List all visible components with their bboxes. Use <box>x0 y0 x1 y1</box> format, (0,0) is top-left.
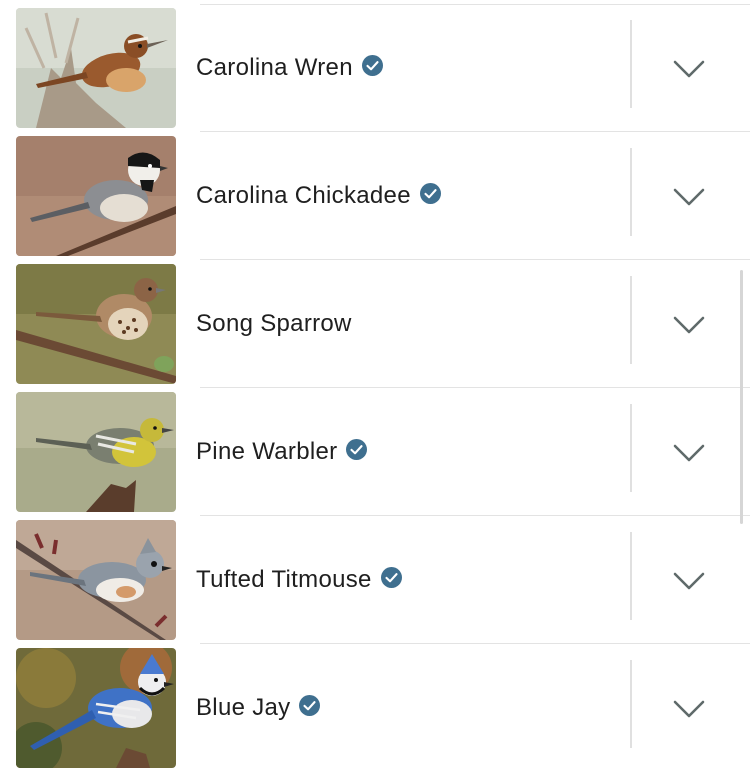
bird-name-group: Pine Warbler <box>196 388 368 516</box>
expand-button[interactable] <box>668 48 710 90</box>
expand-button[interactable] <box>668 304 710 346</box>
expand-button[interactable] <box>668 560 710 602</box>
scrollbar[interactable] <box>740 270 743 524</box>
bird-name-group: Song Sparrow <box>196 260 352 388</box>
expand-button[interactable] <box>668 688 710 730</box>
chevron-down-icon <box>673 444 705 462</box>
list-item[interactable]: Pine Warbler <box>0 388 750 516</box>
chevron-down-icon <box>673 316 705 334</box>
list-item[interactable]: Carolina Chickadee <box>0 132 750 260</box>
list-item[interactable]: Tufted Titmouse <box>0 516 750 644</box>
chevron-down-icon <box>673 572 705 590</box>
expand-button[interactable] <box>668 176 710 218</box>
list-item[interactable]: Blue Jay <box>0 644 750 769</box>
bird-photo <box>16 648 176 768</box>
bird-photo <box>16 136 176 256</box>
bird-name: Carolina Chickadee <box>196 182 411 209</box>
chevron-down-icon <box>673 188 705 206</box>
row-divider <box>630 404 632 492</box>
chevron-down-icon <box>673 700 705 718</box>
check-badge-icon <box>346 438 368 460</box>
bird-photo <box>16 8 176 128</box>
check-badge-icon <box>380 566 402 588</box>
chevron-down-icon <box>673 60 705 78</box>
row-divider <box>630 20 632 108</box>
bird-name: Carolina Wren <box>196 54 353 81</box>
list-item[interactable]: Carolina Wren <box>0 4 750 132</box>
row-divider <box>630 148 632 236</box>
bird-name: Song Sparrow <box>196 310 352 337</box>
expand-button[interactable] <box>668 432 710 474</box>
bird-photo <box>16 264 176 384</box>
bird-name: Blue Jay <box>196 694 291 721</box>
check-badge-icon <box>299 694 321 716</box>
blue-jay-photo <box>16 648 176 768</box>
list-item[interactable]: Song Sparrow <box>0 260 750 388</box>
tufted-titmouse-photo <box>16 520 176 640</box>
pine-warbler-photo <box>16 392 176 512</box>
row-divider <box>630 532 632 620</box>
row-divider <box>630 276 632 364</box>
check-badge-icon <box>361 54 383 76</box>
carolina-chickadee-photo <box>16 136 176 256</box>
bird-photo <box>16 520 176 640</box>
bird-name-group: Carolina Chickadee <box>196 132 441 260</box>
bird-list: Carolina Wren Carolina Chickadee Song Sp… <box>0 0 750 769</box>
bird-name-group: Carolina Wren <box>196 4 383 132</box>
carolina-wren-photo <box>16 8 176 128</box>
song-sparrow-photo <box>16 264 176 384</box>
bird-name: Pine Warbler <box>196 438 338 465</box>
bird-name: Tufted Titmouse <box>196 566 372 593</box>
check-badge-icon <box>419 182 441 204</box>
bird-name-group: Tufted Titmouse <box>196 516 402 644</box>
row-divider <box>630 660 632 748</box>
bird-photo <box>16 392 176 512</box>
bird-name-group: Blue Jay <box>196 644 321 769</box>
